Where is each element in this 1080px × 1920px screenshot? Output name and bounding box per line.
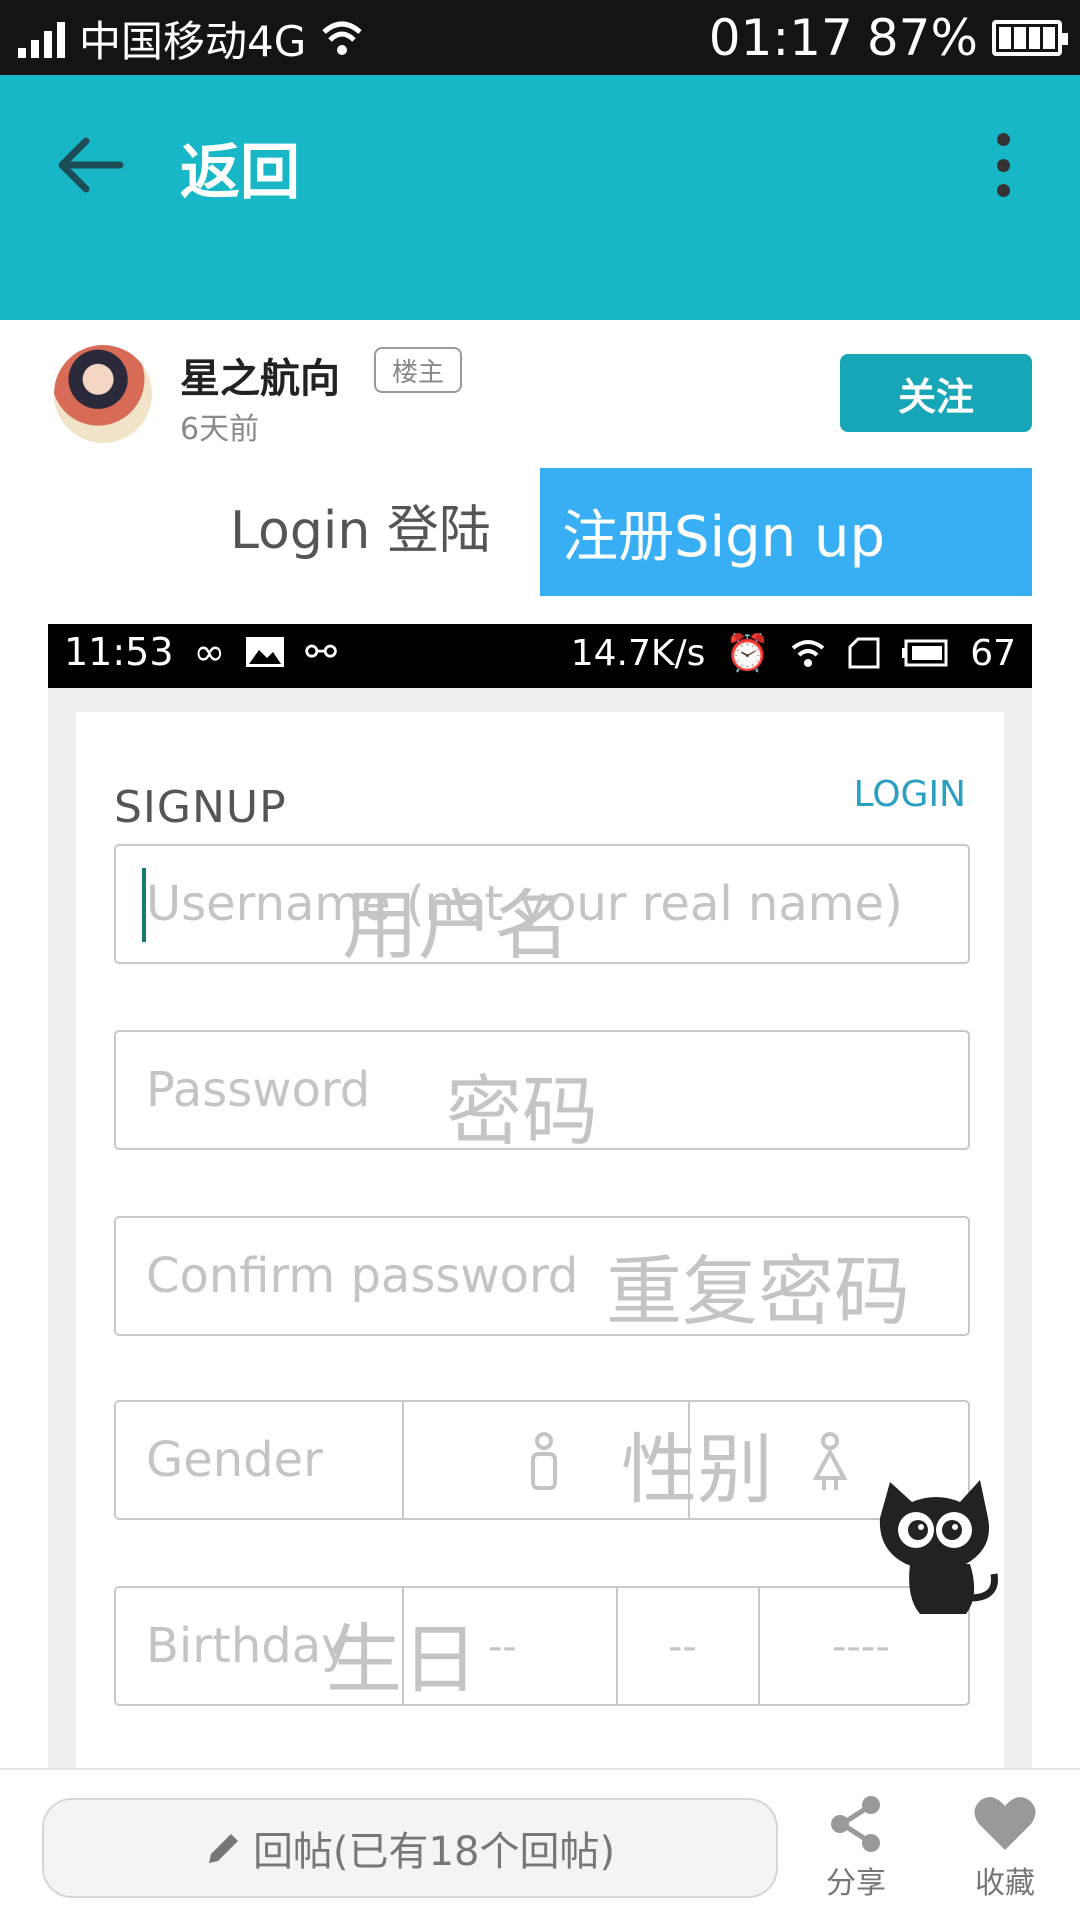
status-bar: 中国移动4G 01:17 87% <box>0 0 1080 75</box>
author-name[interactable]: 星之航向 <box>180 346 340 404</box>
password-placeholder: Password <box>146 1062 371 1118</box>
birthday-month-select[interactable]: -- <box>616 1588 758 1704</box>
share-icon <box>831 1796 880 1852</box>
wifi-icon <box>322 21 362 55</box>
app-bar <box>0 75 1080 320</box>
sim-icon <box>848 637 880 669</box>
signup-banner: 注册Sign up <box>540 468 1032 596</box>
embedded-status-bar: 11:53 ∞ ⚯ 14.7K/s ⏰ 67 <box>48 624 1032 688</box>
reply-input[interactable]: 回帖(已有18个回帖) <box>42 1798 778 1898</box>
share-label: 分享 <box>826 1866 886 1901</box>
share-button[interactable]: 分享 <box>806 1794 906 1902</box>
birthday-day-select[interactable]: -- <box>402 1588 616 1704</box>
confirm-placeholder: Confirm password <box>146 1248 579 1304</box>
male-icon <box>531 1432 557 1490</box>
image-icon <box>246 637 285 667</box>
post-time: 6天前 <box>180 412 260 447</box>
back-arrow-icon[interactable] <box>50 125 130 205</box>
battery-percent: 87% <box>866 9 978 67</box>
gender-label: Gender <box>146 1432 323 1488</box>
infinity-icon: ∞ <box>193 630 226 674</box>
battery-icon-small <box>902 639 948 667</box>
op-badge: 楼主 <box>374 347 462 393</box>
gender-annotation: 性别 <box>621 1425 773 1514</box>
favorite-button[interactable]: 收藏 <box>955 1794 1055 1902</box>
birthday-month-value: -- <box>668 1624 697 1670</box>
wifi-icon-small <box>791 640 825 667</box>
embedded-battery: 67 <box>970 632 1016 674</box>
pencil-icon <box>208 1834 238 1863</box>
cat-sticker-icon <box>879 1480 998 1614</box>
signup-title: SIGNUP <box>114 782 287 833</box>
signal-icon <box>18 18 65 58</box>
signup-card: SIGNUP LOGIN Username (not your real nam… <box>76 712 1004 1774</box>
login-link[interactable]: LOGIN <box>853 774 966 815</box>
favorite-label: 收藏 <box>975 1866 1035 1901</box>
username-field[interactable]: Username (not your real name) 用户名 <box>114 844 970 970</box>
alarm-icon: ⏰ <box>725 633 771 674</box>
more-options-icon[interactable] <box>996 133 1010 197</box>
avatar[interactable] <box>54 345 152 443</box>
female-icon <box>812 1432 848 1490</box>
username-annotation: 用户名 <box>342 881 570 970</box>
bottom-bar: 回帖(已有18个回帖) 分享 收藏 <box>0 1768 1080 1920</box>
login-label: Login 登陆 <box>230 501 491 561</box>
heart-icon <box>974 1797 1036 1850</box>
birthday-label: Birthday <box>146 1618 350 1674</box>
follow-button[interactable]: 关注 <box>840 354 1032 432</box>
birthday-field: Birthday 生日 -- -- ---- <box>114 1586 970 1706</box>
link-icon: ⚯ <box>305 630 338 674</box>
confirm-password-field[interactable]: Confirm password 重复密码 <box>114 1216 970 1336</box>
clock: 01:17 <box>708 9 853 67</box>
password-annotation: 密码 <box>446 1067 598 1156</box>
birthday-day-value: -- <box>488 1624 517 1670</box>
network-speed: 14.7K/s <box>570 632 706 674</box>
carrier-label: 中国移动4G <box>79 16 307 66</box>
reply-label: 回帖(已有18个回帖) <box>252 1829 616 1875</box>
battery-icon <box>992 20 1068 56</box>
back-button[interactable]: 返回 <box>180 124 300 211</box>
confirm-annotation: 重复密码 <box>606 1247 910 1336</box>
birthday-year-value: ---- <box>832 1624 890 1670</box>
embedded-clock: 11:53 <box>64 630 174 674</box>
password-field[interactable]: Password 密码 <box>114 1030 970 1156</box>
gender-field: Gender 性别 <box>114 1400 970 1520</box>
